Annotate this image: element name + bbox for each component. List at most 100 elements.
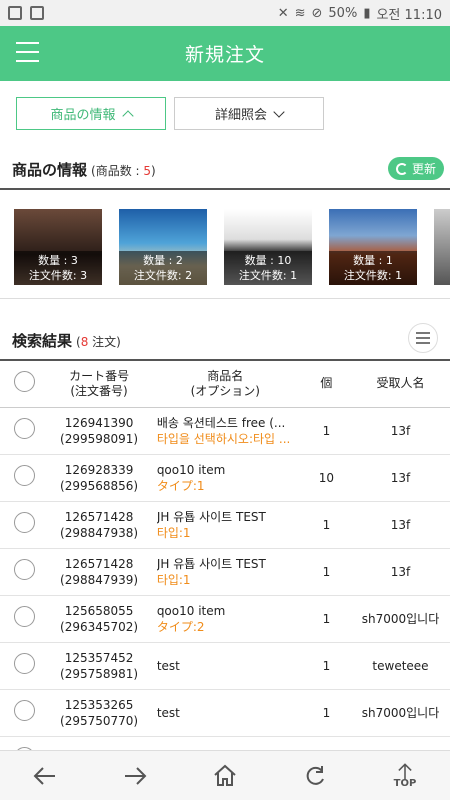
row-checkbox[interactable] <box>14 559 36 580</box>
top-label: TOP <box>393 778 417 789</box>
quantity-cell: 1 <box>301 689 351 737</box>
col-cart-number: カート番号 (注文番号) <box>49 361 149 408</box>
row-checkbox[interactable] <box>14 700 36 721</box>
chevron-down-icon <box>273 105 285 118</box>
product-caption: 数量 : 10 注文件数: 1 <box>224 251 312 285</box>
quantity-cell: 1 <box>301 642 351 690</box>
status-bar: ✕ ≋ ⊘ 50% ▮ 오전 11:10 <box>0 0 450 26</box>
tab-label: 詳細照会 <box>214 108 267 123</box>
search-results-header: 検索結果 (8 注文) <box>12 330 121 351</box>
home-button[interactable] <box>205 756 245 796</box>
product-caption: 数量 : 3 注文件数: 3 <box>14 251 102 285</box>
quantity-cell: 1 <box>301 548 351 596</box>
tab-bar: 商品の情報 詳細照会 <box>16 97 324 130</box>
col-product-name: 商品名 (オプション) <box>148 361 302 408</box>
receiver-cell: 13f <box>351 501 450 549</box>
bottom-nav: TOP <box>0 750 450 800</box>
arrow-left-icon <box>33 766 55 785</box>
cart-number-cell: 125353265 (295750770) <box>49 689 149 737</box>
cart-number-cell: 126571428 (298847938) <box>49 501 149 549</box>
tab-detail-inquiry[interactable]: 詳細照会 <box>174 97 324 130</box>
col-receiver: 受取人名 <box>351 361 450 408</box>
forward-button[interactable] <box>115 756 155 796</box>
product-name-cell: test <box>148 642 302 690</box>
cart-number-cell: 125357452 (295758981) <box>49 642 149 690</box>
hamburger-menu-icon[interactable] <box>16 42 39 62</box>
row-checkbox[interactable] <box>14 418 36 439</box>
product-caption: 数量 : 2 注文件数: 2 <box>119 251 207 285</box>
product-card[interactable]: 数量 : 1 注文件数: 1 <box>329 205 417 285</box>
row-checkbox[interactable] <box>14 465 36 486</box>
file-notification-icon <box>30 6 44 20</box>
cart-number-cell: 126928339 (299568856) <box>49 454 149 502</box>
reload-icon <box>306 765 324 785</box>
refresh-label: 更新 <box>411 162 436 176</box>
row-checkbox[interactable] <box>14 653 36 674</box>
table-row[interactable]: 125353265 (295750770) test 1 sh7000입니다 <box>0 689 450 737</box>
image-notification-icon <box>8 6 22 20</box>
row-checkbox[interactable] <box>14 512 36 533</box>
mute-icon: ✕ <box>277 5 289 21</box>
refresh-icon <box>395 162 408 175</box>
tab-label: 商品の情報 <box>50 108 116 123</box>
table-row[interactable]: 126571428 (298847938) JH 유툡 사이트 TEST 타입:1 1 1… <box>0 501 450 549</box>
receiver-cell: 13f <box>351 407 450 455</box>
product-name-cell: test <box>148 689 302 737</box>
app-header: 新規注文 <box>0 26 450 81</box>
product-name-cell: 배송 옥션테스트 free (... 타입을 선택하시오:타입 ... <box>148 407 302 455</box>
select-all-checkbox[interactable] <box>14 371 36 393</box>
cart-number-cell: 125658055 (296345702) <box>49 595 149 643</box>
table-row[interactable]: 126928339 (299568856) qoo10 item タイプ:1 10 13f <box>0 454 450 502</box>
section-title: 検索結果 <box>12 332 73 350</box>
quantity-cell: 1 <box>301 501 351 549</box>
col-quantity: 個 <box>301 361 351 408</box>
battery-percent: 50% <box>328 5 358 21</box>
cart-number-cell: 126941390 (299598091) <box>49 407 149 455</box>
quantity-cell: 1 <box>301 407 351 455</box>
receiver-cell: 13f <box>351 454 450 502</box>
refresh-button[interactable]: 更新 <box>387 157 444 180</box>
cart-number-cell: 126571428 (298847939) <box>49 548 149 596</box>
product-card[interactable]: 数量 : 3 注文件数: 3 <box>14 205 102 285</box>
page-title: 新規注文 <box>184 44 265 66</box>
product-count: (商品数 : 5) <box>91 164 156 178</box>
product-card[interactable] <box>434 205 450 285</box>
chevron-up-icon <box>121 109 134 122</box>
reload-button[interactable] <box>295 756 335 796</box>
product-card[interactable]: 数量 : 2 注文件数: 2 <box>119 205 207 285</box>
receiver-cell: sh7000입니다 <box>351 689 450 737</box>
quantity-cell: 1 <box>301 595 351 643</box>
section-divider <box>0 188 450 190</box>
table-header-row: カート番号 (注文番号) 商品名 (オプション) 個 受取人名 <box>0 361 450 408</box>
list-view-button[interactable] <box>408 323 438 353</box>
list-view-icon <box>416 332 430 344</box>
product-name-cell: qoo10 item タイプ:1 <box>148 454 302 502</box>
product-card[interactable]: 数量 : 10 注文件数: 1 <box>224 205 312 285</box>
quantity-cell: 10 <box>301 454 351 502</box>
no-sim-icon: ⊘ <box>311 5 323 21</box>
product-caption: 数量 : 1 注文件数: 1 <box>329 251 417 285</box>
wifi-icon: ≋ <box>294 5 306 21</box>
home-icon <box>214 764 236 786</box>
receiver-cell: teweteee <box>351 642 450 690</box>
clock: 오전 11:10 <box>376 7 442 23</box>
table-row[interactable]: 126571428 (298847939) JH 유툡 사이트 TEST 타입:1 1 1… <box>0 548 450 596</box>
battery-icon: ▮ <box>363 5 371 21</box>
table-row[interactable]: 125658055 (296345702) qoo10 item タイプ:2 1 sh70… <box>0 595 450 643</box>
section-divider <box>0 298 450 299</box>
product-name-cell: JH 유툡 사이트 TEST 타입:1 <box>148 548 302 596</box>
table-row[interactable]: 126941390 (299598091) 배송 옥션테스트 free (... 타입… <box>0 407 450 455</box>
product-name-cell: JH 유툡 사이트 TEST 타입:1 <box>148 501 302 549</box>
order-count: (8 注文) <box>76 335 121 349</box>
receiver-cell: 13f <box>351 548 450 596</box>
results-table: カート番号 (注文番号) 商品名 (オプション) 個 受取人名 126941390(… <box>0 361 450 784</box>
product-image <box>434 209 450 285</box>
row-checkbox[interactable] <box>14 606 36 627</box>
tab-product-info[interactable]: 商品の情報 <box>16 97 166 130</box>
product-section-header: 商品の情報 (商品数 : 5) <box>12 159 156 180</box>
receiver-cell: sh7000입니다 <box>351 595 450 643</box>
scroll-top-button[interactable]: TOP <box>385 756 425 796</box>
table-row[interactable]: 125357452 (295758981) test 1 teweteee <box>0 642 450 690</box>
section-title: 商品の情報 <box>12 161 88 179</box>
back-button[interactable] <box>25 756 65 796</box>
